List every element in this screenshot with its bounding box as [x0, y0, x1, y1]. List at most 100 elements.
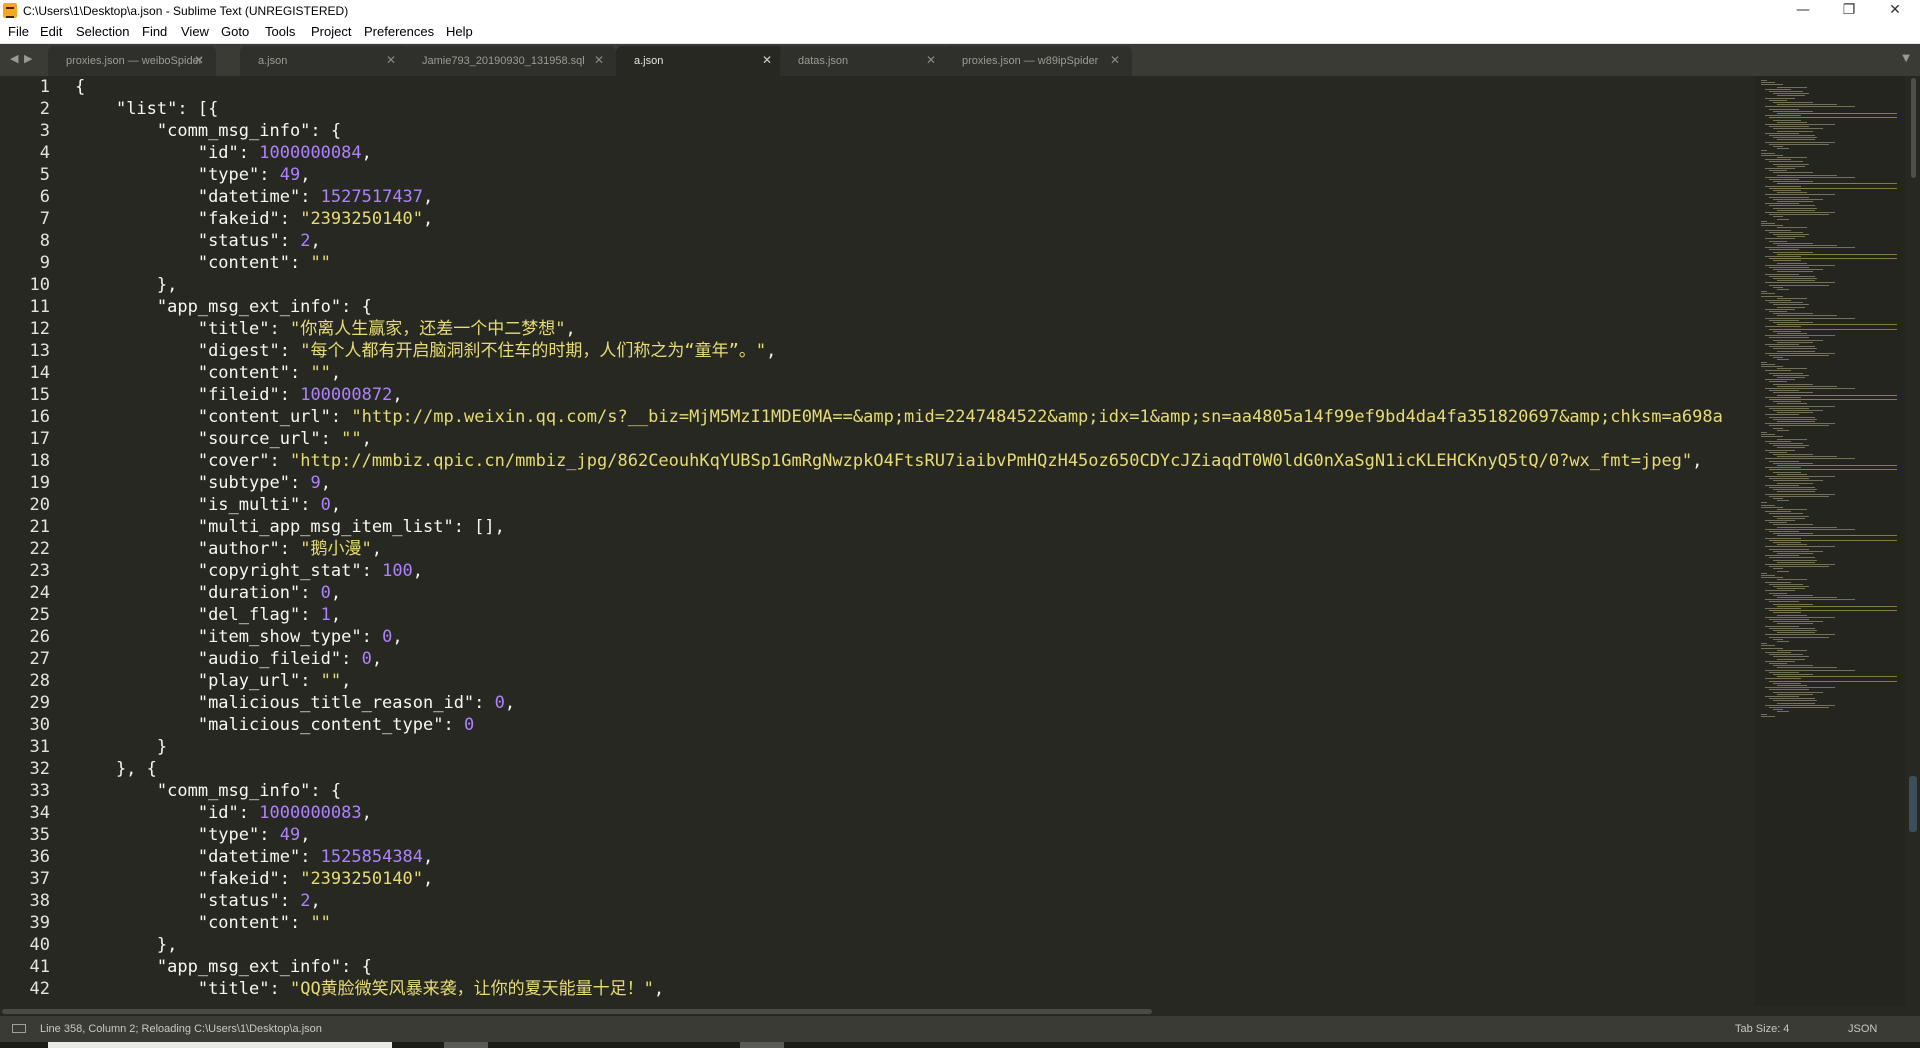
code-line[interactable]: }, [75, 274, 177, 296]
code-line[interactable]: "comm_msg_info": { [75, 780, 341, 802]
menu-preferences[interactable]: Preferences [364, 24, 434, 39]
tab-close-icon[interactable]: ✕ [1110, 53, 1120, 67]
json-key: "content" [197, 363, 290, 383]
minimap-line [1773, 559, 1817, 561]
code-line[interactable]: "malicious_title_reason_id": 0, [75, 692, 515, 714]
menu-find[interactable]: Find [142, 24, 167, 39]
code-line[interactable]: }, { [75, 758, 157, 780]
code-line[interactable]: { [75, 76, 85, 98]
tab-size-indicator[interactable]: Tab Size: 4 [1735, 1023, 1789, 1035]
code-line[interactable]: }, [75, 934, 177, 956]
code-line[interactable]: "item_show_type": 0, [75, 626, 403, 648]
code-line[interactable]: "multi_app_msg_item_list": [], [75, 516, 505, 538]
maximize-button[interactable]: ❐ [1826, 0, 1872, 22]
json-punct [75, 781, 157, 801]
minimap-line [1777, 500, 1789, 502]
menu-help[interactable]: Help [446, 24, 473, 39]
json-punct: , [300, 165, 311, 185]
menu-selection[interactable]: Selection [76, 24, 129, 39]
tab-prev-icon[interactable]: ◀ [10, 52, 18, 65]
code-line[interactable]: "app_msg_ext_info": { [75, 956, 372, 978]
code-line[interactable]: "fileid": 100000872, [75, 384, 403, 406]
minimap-line [1777, 271, 1813, 273]
code-line[interactable]: "datetime": 1525854384, [75, 846, 433, 868]
tab-close-icon[interactable]: ✕ [762, 53, 772, 67]
code-line[interactable]: "fakeid": "2393250140", [75, 208, 433, 230]
tab-close-icon[interactable]: ✕ [386, 53, 396, 67]
code-line[interactable]: } [75, 736, 167, 758]
tab-close-icon[interactable]: ✕ [194, 53, 204, 67]
code-line[interactable]: "content": "" [75, 252, 331, 274]
code-line[interactable]: "content_url": "http://mp.weixin.qq.com/… [75, 406, 1723, 428]
tab-proxies-w89ipspider[interactable]: proxies.json — w89ipSpider ✕ [944, 46, 1132, 76]
code-line[interactable]: "status": 2, [75, 230, 321, 252]
vertical-scroll-thumb[interactable] [1911, 78, 1916, 178]
code-line[interactable]: "play_url": "", [75, 670, 352, 692]
minimap-line [1761, 295, 1783, 297]
minimap[interactable] [1755, 76, 1905, 1006]
minimap-line [1773, 286, 1783, 288]
code-line[interactable]: "id": 1000000084, [75, 142, 372, 164]
json-punct [75, 539, 198, 559]
horizontal-scroll-thumb[interactable] [2, 1009, 1152, 1014]
menu-view[interactable]: View [181, 24, 209, 39]
tab-jamie-sql[interactable]: Jamie793_20190930_131958.sql ✕ [404, 46, 616, 76]
json-punct [75, 187, 198, 207]
console-toggle-icon[interactable] [12, 1024, 26, 1033]
minimap-line [1777, 667, 1837, 669]
code-line[interactable]: "list": [{ [75, 98, 218, 120]
json-punct: , [423, 869, 434, 889]
code-line[interactable]: "title": "QQ黄脸微笑风暴来袭，让你的夏天能量十足！", [75, 978, 664, 1000]
code-line[interactable]: "id": 1000000083, [75, 802, 372, 824]
minimize-button[interactable]: — [1780, 0, 1826, 22]
editor-area[interactable]: 1 2 3 4 5 6 7 8 9 10 11 12 13 14 15 16 17 18 19 20 21 22 23 24 2… [0, 76, 1920, 1006]
minimap-line [1765, 203, 1799, 205]
tab-close-icon[interactable]: ✕ [594, 53, 604, 67]
menu-project[interactable]: Project [311, 24, 351, 39]
code-line[interactable]: "author": "鹅小漫", [75, 538, 382, 560]
code-line[interactable]: "malicious_content_type": 0 [75, 714, 474, 736]
minimap-line [1773, 691, 1823, 693]
tab-close-icon[interactable]: ✕ [926, 53, 936, 67]
code-line[interactable]: "type": 49, [75, 164, 311, 186]
minimap-line [1769, 522, 1787, 524]
code-line[interactable]: "content": "" [75, 912, 331, 934]
tab-next-icon[interactable]: ▶ [24, 52, 32, 65]
menu-tools[interactable]: Tools [265, 24, 295, 39]
code-line[interactable]: "type": 49, [75, 824, 311, 846]
code-line[interactable]: "del_flag": 1, [75, 604, 341, 626]
code-line[interactable]: "content": "", [75, 362, 341, 384]
menu-goto[interactable]: Goto [221, 24, 249, 39]
tab-a-json[interactable]: a.json ✕ [240, 46, 408, 76]
line-number: 42 [29, 979, 50, 999]
code-line[interactable]: "source_url": "", [75, 428, 372, 450]
minimap-line [1773, 374, 1809, 376]
minimap-line [1773, 524, 1813, 526]
code-line[interactable]: "duration": 0, [75, 582, 341, 604]
code-line[interactable]: "title": "你离人生赢家，还差一个中二梦想", [75, 318, 576, 340]
tabs-menu-icon[interactable]: ▼ [1902, 53, 1910, 64]
close-window-button[interactable]: ✕ [1872, 0, 1918, 22]
syntax-indicator[interactable]: JSON [1848, 1023, 1877, 1035]
code-line[interactable]: "is_multi": 0, [75, 494, 341, 516]
code-line[interactable]: "app_msg_ext_info": { [75, 296, 372, 318]
code-line[interactable]: "datetime": 1527517437, [75, 186, 433, 208]
tab-proxies-weibospider[interactable]: proxies.json — weiboSpider ✕ [48, 46, 216, 76]
code-view[interactable]: { "list": [{ "comm_msg_info": { "id": 10… [75, 76, 1755, 1006]
menu-edit[interactable]: Edit [40, 24, 62, 39]
json-punct: , [1692, 451, 1703, 471]
minimap-line [1769, 284, 1829, 286]
code-line[interactable]: "copyright_stat": 100, [75, 560, 423, 582]
code-line[interactable]: "fakeid": "2393250140", [75, 868, 433, 890]
code-line[interactable]: "subtype": 9, [75, 472, 331, 494]
tab-datas-json[interactable]: datas.json ✕ [780, 46, 948, 76]
code-line[interactable]: "audio_fileid": 0, [75, 648, 382, 670]
code-line[interactable]: "comm_msg_info": { [75, 120, 341, 142]
vertical-scrollbar[interactable] [1906, 76, 1920, 1006]
horizontal-scrollbar[interactable] [0, 1006, 1920, 1016]
tab-a-json-active[interactable]: a.json ✕ [616, 46, 784, 76]
code-line[interactable]: "cover": "http://mmbiz.qpic.cn/mmbiz_jpg… [75, 450, 1703, 472]
code-line[interactable]: "status": 2, [75, 890, 321, 912]
code-line[interactable]: "digest": "每个人都有开启脑洞刹不住车的时期，人们称之为“童年”。", [75, 340, 777, 362]
menu-file[interactable]: File [8, 24, 29, 39]
